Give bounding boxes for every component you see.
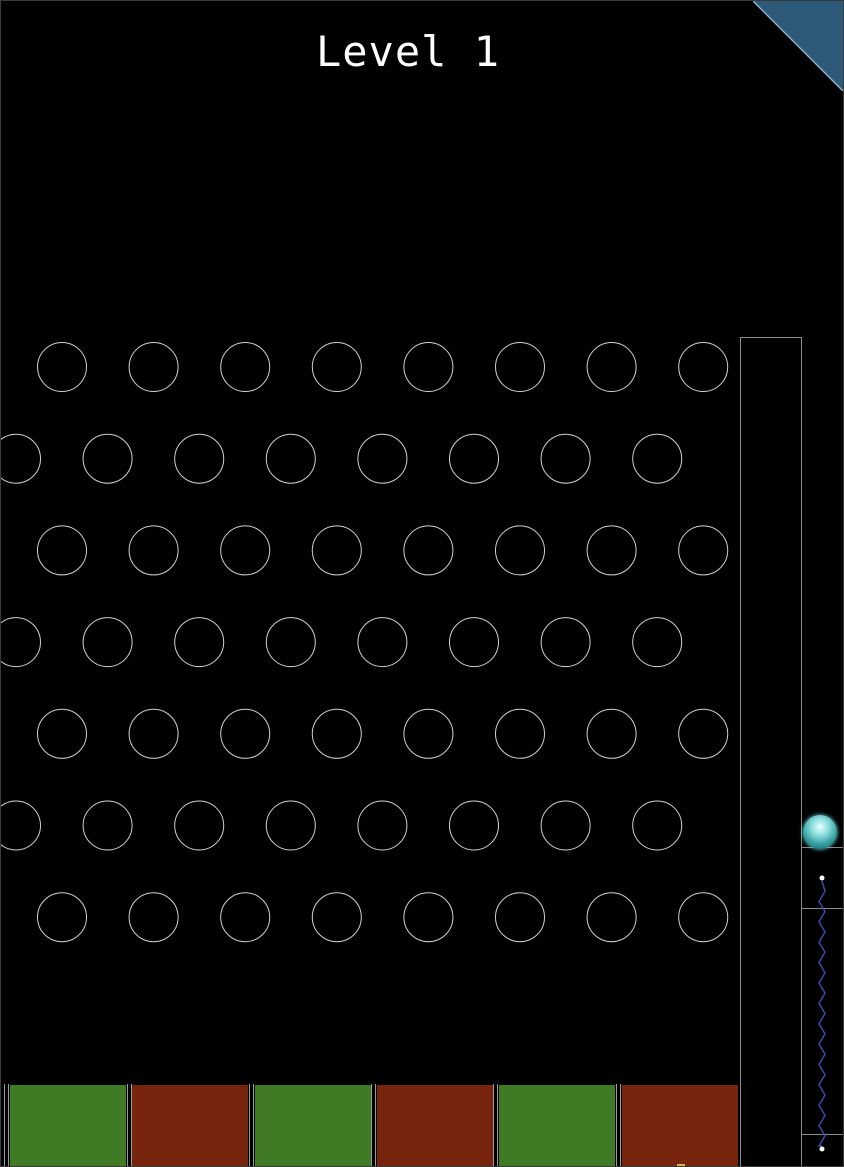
peg <box>540 617 591 668</box>
peg <box>128 525 179 576</box>
slot-divider <box>615 1084 621 1166</box>
peg <box>632 800 683 851</box>
peg <box>540 800 591 851</box>
peg <box>37 525 87 576</box>
peg <box>678 525 729 576</box>
slot-divider <box>126 1084 132 1166</box>
peg <box>495 525 545 576</box>
peg <box>357 800 408 851</box>
ball-icon[interactable] <box>803 815 837 849</box>
peg <box>632 617 683 668</box>
peg <box>37 708 87 759</box>
peg <box>1 433 41 484</box>
peg <box>678 342 729 392</box>
peg <box>403 525 454 576</box>
peg <box>128 892 179 943</box>
peg <box>128 708 179 759</box>
peg <box>495 708 545 759</box>
peg <box>495 342 545 392</box>
slot-divider <box>248 1084 254 1166</box>
peg <box>37 342 87 392</box>
peg <box>1 800 41 851</box>
slot-lose <box>376 1085 493 1166</box>
peg <box>82 617 133 668</box>
peg <box>174 433 225 484</box>
peg <box>357 433 408 484</box>
slot-win <box>499 1085 616 1166</box>
peg <box>449 800 499 851</box>
slot-win <box>10 1085 126 1166</box>
peg <box>540 433 591 484</box>
peg <box>220 892 271 943</box>
peg <box>449 433 499 484</box>
peg <box>311 342 362 392</box>
peg-field <box>1 342 729 943</box>
peg <box>403 708 454 759</box>
peg <box>586 892 637 943</box>
peg <box>265 617 316 668</box>
slot-divider <box>371 1084 377 1166</box>
slot-divider <box>493 1084 499 1166</box>
peg <box>311 892 362 943</box>
peg <box>403 342 454 392</box>
slot-lose <box>132 1085 249 1166</box>
peg <box>449 617 499 668</box>
spring-icon[interactable] <box>807 871 837 1156</box>
peg <box>311 525 362 576</box>
peg <box>37 892 87 943</box>
peg <box>128 342 179 392</box>
peg <box>403 892 454 943</box>
peg <box>586 525 637 576</box>
launch-lane <box>740 337 802 1166</box>
peg <box>220 342 271 392</box>
game-board[interactable]: Level 1 <box>0 0 844 1167</box>
peg <box>586 708 637 759</box>
peg <box>678 708 729 759</box>
peg <box>357 617 408 668</box>
peg <box>678 892 729 943</box>
peg <box>220 525 271 576</box>
peg <box>220 708 271 759</box>
peg <box>265 433 316 484</box>
peg <box>174 800 225 851</box>
peg <box>311 708 362 759</box>
peg <box>495 892 545 943</box>
peg <box>586 342 637 392</box>
slot-divider <box>4 1084 9 1166</box>
peg <box>82 800 133 851</box>
slot-lose <box>621 1085 738 1166</box>
peg <box>632 433 683 484</box>
peg <box>265 800 316 851</box>
slot-win <box>254 1085 371 1166</box>
peg <box>82 433 133 484</box>
peg <box>174 617 225 668</box>
peg <box>1 617 41 668</box>
